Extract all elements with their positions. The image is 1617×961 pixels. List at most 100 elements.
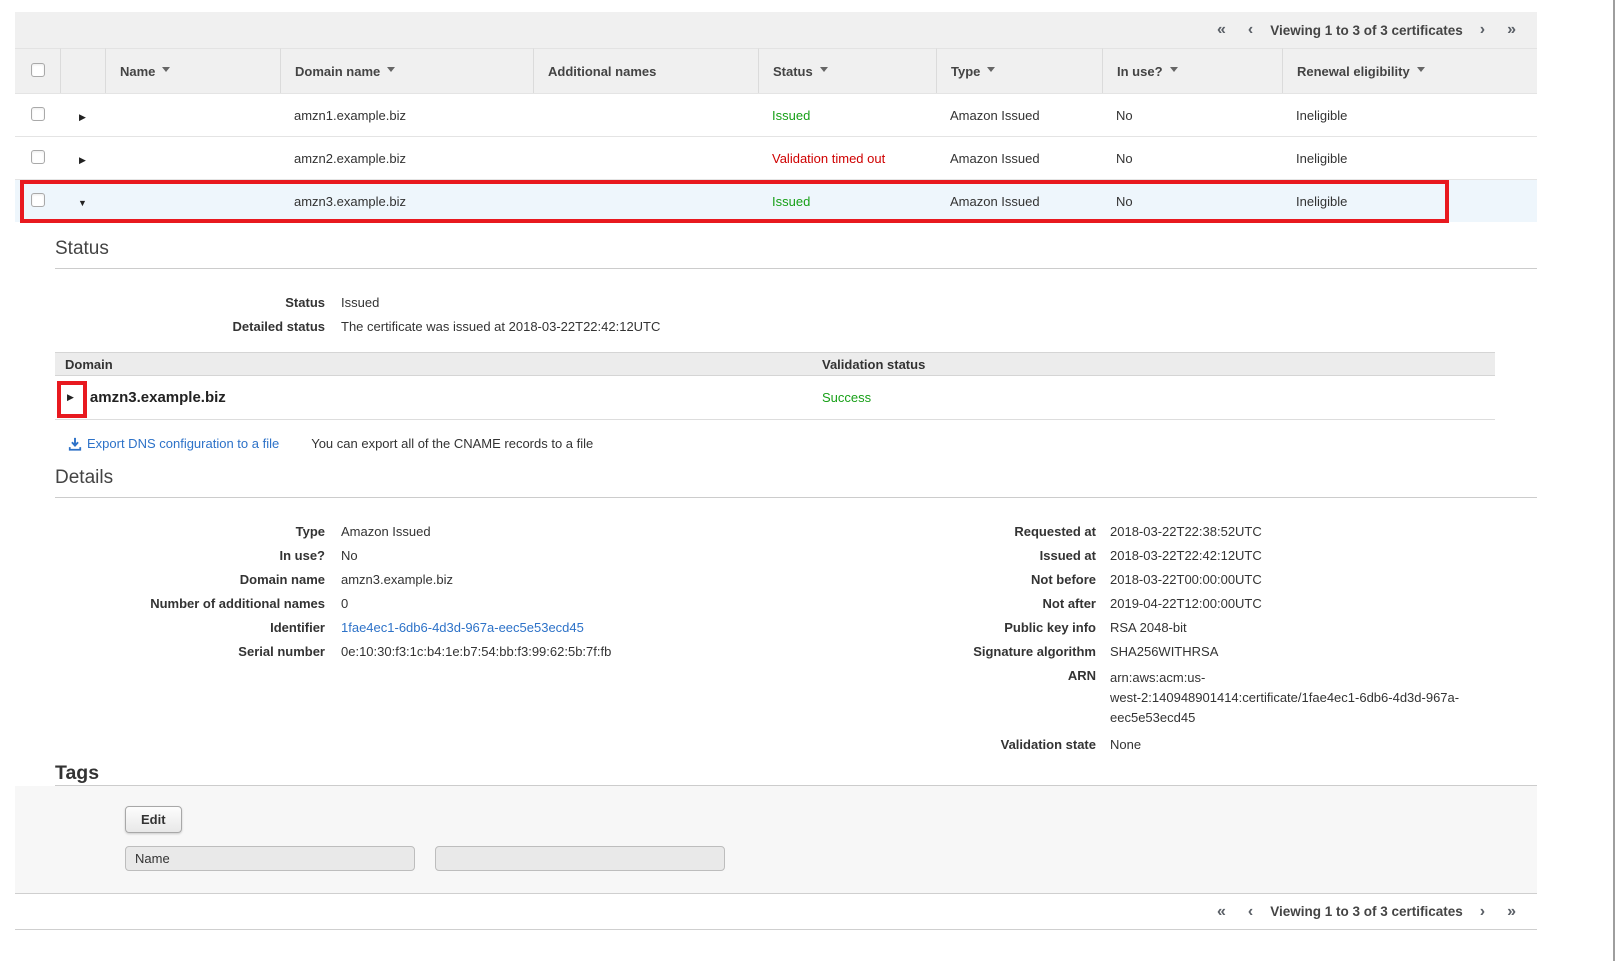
pagination-label: Viewing 1 to 3 of 3 certificates (1270, 904, 1463, 919)
tags-body: Edit (15, 786, 1537, 894)
cell-domain-name: amzn3.example.biz (280, 179, 533, 222)
expand-arrow-icon[interactable]: ▶ (79, 112, 86, 123)
arn-label: ARN (921, 668, 1096, 728)
validation-state-label: Validation state (921, 737, 1096, 752)
not-after-label: Not after (921, 596, 1096, 611)
cell-type: Amazon Issued (936, 93, 1102, 136)
column-header-renewal-eligibility[interactable]: Renewal eligibility (1282, 48, 1537, 93)
cell-in-use: No (1102, 179, 1282, 222)
signature-algorithm-label: Signature algorithm (921, 644, 1096, 659)
table-header-row: Name Domain name Additional names Status… (15, 48, 1537, 93)
cell-type: Amazon Issued (936, 136, 1102, 179)
tag-value-input[interactable] (435, 846, 725, 871)
cell-status: Issued (758, 179, 936, 222)
tag-name-input[interactable] (125, 846, 415, 871)
requested-at-label: Requested at (921, 524, 1096, 539)
prev-page-icon[interactable]: ‹ (1237, 22, 1264, 38)
first-page-icon[interactable]: « (1206, 22, 1237, 38)
type-label: Type (55, 524, 325, 539)
domain-row: ▶ amzn3.example.biz Success (55, 376, 1495, 419)
column-header-type[interactable]: Type (936, 48, 1102, 93)
public-key-info-label: Public key info (921, 620, 1096, 635)
sort-caret-icon (1170, 67, 1178, 76)
table-row-amzn1: ▶ amzn1.example.biz Issued Amazon Issued… (15, 93, 1537, 136)
cell-status: Issued (758, 93, 936, 136)
row-checkbox[interactable] (31, 193, 45, 207)
cell-name (105, 179, 280, 222)
status-value: Issued (341, 295, 1537, 310)
domain-name-text: amzn3.example.biz (90, 389, 226, 406)
divider (55, 497, 1537, 498)
certificate-detail-panel: Status Status Issued Detailed status The… (15, 238, 1537, 894)
bottom-pagination-bar: « ‹ Viewing 1 to 3 of 3 certificates › » (15, 894, 1537, 930)
details-section-title: Details (55, 467, 1537, 489)
not-before-value: 2018-03-22T00:00:00UTC (1110, 572, 1505, 587)
type-value: Amazon Issued (341, 524, 611, 539)
validation-status-value: Success (822, 390, 871, 405)
divider (55, 268, 1537, 269)
row-checkbox[interactable] (31, 107, 45, 121)
validation-state-value: None (1110, 737, 1505, 752)
cell-additional-names (533, 136, 758, 179)
status-section-title: Status (55, 238, 1537, 260)
signature-algorithm-value: SHA256WITHRSA (1110, 644, 1505, 659)
cell-renewal-eligibility: Ineligible (1282, 179, 1537, 222)
domain-validation-table: Domain Validation status ▶ amzn3.example… (55, 352, 1495, 420)
first-page-icon[interactable]: « (1206, 904, 1237, 920)
cell-renewal-eligibility: Ineligible (1282, 136, 1537, 179)
serial-number-value: 0e:10:30:f3:1c:b4:1e:b7:54:bb:f3:99:62:5… (341, 644, 611, 659)
in-use-value: No (341, 548, 611, 563)
arn-value: arn:aws:acm:us- west-2:140948901414:cert… (1110, 668, 1505, 728)
column-header-in-use[interactable]: In use? (1102, 48, 1282, 93)
column-header-domain-name[interactable]: Domain name (280, 48, 533, 93)
export-dns-link[interactable]: Export DNS configuration to a file (68, 436, 279, 451)
cell-additional-names (533, 93, 758, 136)
sort-caret-icon (987, 67, 995, 76)
not-before-label: Not before (921, 572, 1096, 587)
domain-name-label: Domain name (55, 572, 325, 587)
cell-status: Validation timed out (758, 136, 936, 179)
cell-domain-name: amzn2.example.biz (280, 136, 533, 179)
tags-section: Tags Edit (15, 762, 1537, 894)
window-right-edge (1613, 0, 1615, 961)
domain-column-header: Domain (55, 357, 822, 372)
column-header-status[interactable]: Status (758, 48, 936, 93)
row-checkbox[interactable] (31, 150, 45, 164)
expander-column-header (60, 48, 105, 93)
prev-page-icon[interactable]: ‹ (1237, 904, 1264, 920)
export-hint-text: You can export all of the CNAME records … (311, 436, 593, 451)
in-use-label: In use? (55, 548, 325, 563)
top-pagination-bar: « ‹ Viewing 1 to 3 of 3 certificates › » (15, 12, 1537, 48)
column-header-additional-names: Additional names (533, 48, 758, 93)
cell-in-use: No (1102, 93, 1282, 136)
next-page-icon[interactable]: › (1469, 904, 1496, 920)
sort-caret-icon (820, 67, 828, 76)
tags-section-title: Tags (55, 762, 1537, 785)
cell-additional-names (533, 179, 758, 222)
domain-expand-arrow-icon[interactable]: ▶ (67, 392, 74, 403)
next-page-icon[interactable]: › (1469, 22, 1496, 38)
cell-name (105, 93, 280, 136)
last-page-icon[interactable]: » (1496, 904, 1527, 920)
download-icon (68, 437, 82, 451)
validation-status-column-header: Validation status (822, 357, 925, 372)
table-row-amzn3-selected: ▼ amzn3.example.biz Issued Amazon Issued… (15, 179, 1537, 222)
issued-at-label: Issued at (921, 548, 1096, 563)
edit-tags-button[interactable]: Edit (125, 806, 182, 833)
cell-in-use: No (1102, 136, 1282, 179)
identifier-link[interactable]: 1fae4ec1-6db6-4d3d-967a-eec5e53ecd45 (341, 620, 611, 635)
collapse-arrow-icon[interactable]: ▼ (78, 198, 87, 208)
issued-at-value: 2018-03-22T22:42:12UTC (1110, 548, 1505, 563)
domain-name-value: amzn3.example.biz (341, 572, 611, 587)
last-page-icon[interactable]: » (1496, 22, 1527, 38)
additional-names-count-label: Number of additional names (55, 596, 325, 611)
expand-arrow-icon[interactable]: ▶ (79, 155, 86, 166)
detailed-status-label: Detailed status (55, 319, 325, 334)
status-section: Status Status Issued Detailed status The… (15, 238, 1537, 451)
details-section: Details Type Amazon Issued In use? No Do… (15, 467, 1537, 762)
cell-domain-name: amzn1.example.biz (280, 93, 533, 136)
column-header-name[interactable]: Name (105, 48, 280, 93)
serial-number-label: Serial number (55, 644, 325, 659)
cell-renewal-eligibility: Ineligible (1282, 93, 1537, 136)
select-all-checkbox[interactable] (31, 63, 45, 77)
